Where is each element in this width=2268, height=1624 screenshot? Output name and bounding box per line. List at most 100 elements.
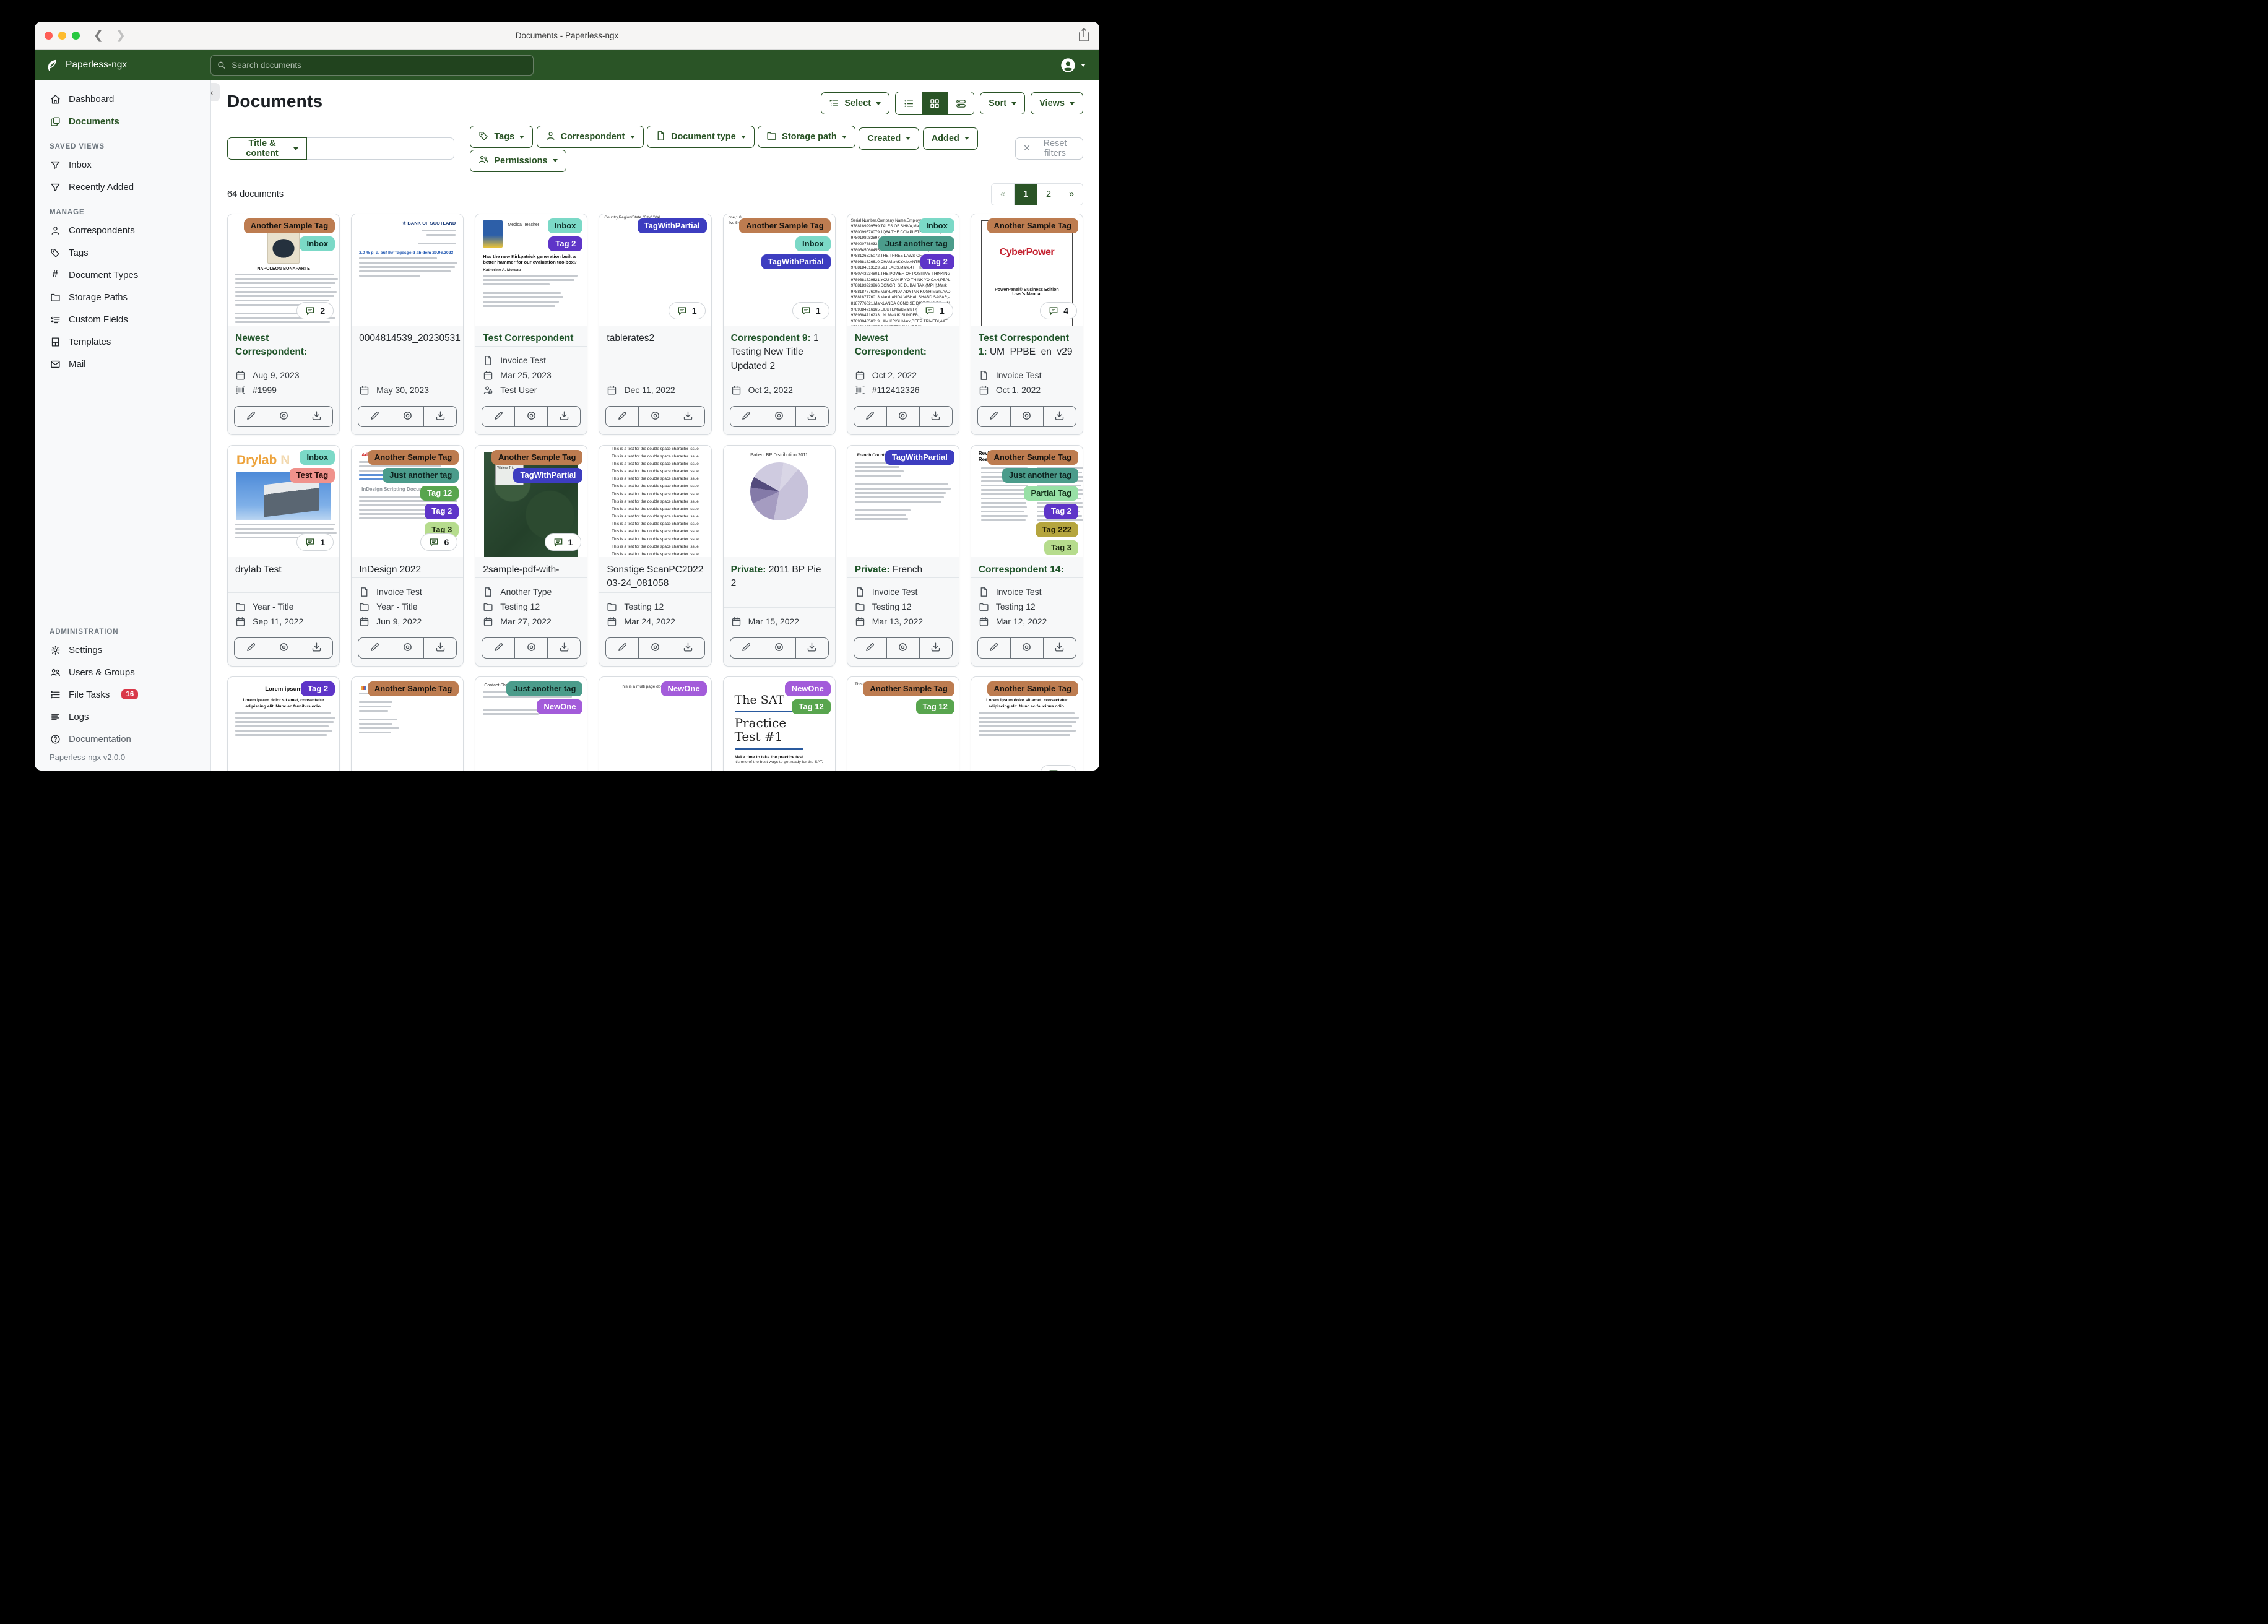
document-thumbnail[interactable]: Patient BP Distribution 2011 xyxy=(723,445,835,557)
document-card[interactable]: NAPOLEON BONAPARTE Another Sample Tag Inbo… xyxy=(227,213,340,435)
sidebar-item-templates[interactable]: Templates xyxy=(35,330,210,353)
document-title[interactable]: Private: 2011 BP Pie 2 xyxy=(723,556,835,607)
filter-permissions-button[interactable]: Permissions xyxy=(470,149,566,172)
filter-correspondent-button[interactable]: Correspondent xyxy=(536,126,644,148)
edit-document-button[interactable] xyxy=(482,405,516,427)
comment-count-badge[interactable]: 1 xyxy=(668,301,706,319)
document-thumbnail[interactable]: Review of Arbitral Awards Shows Swift Re… xyxy=(971,445,1083,557)
document-card[interactable]: Review of Arbitral Awards Shows Swift Re… xyxy=(970,444,1083,667)
tag-pill[interactable]: Another Sample Tag xyxy=(243,218,335,233)
document-card[interactable]: This is a multi page document. Page 1. Ne… xyxy=(599,676,712,771)
tag-pill[interactable]: Another Sample Tag xyxy=(491,449,583,465)
document-thumbnail[interactable]: French Country Bread TagWithPartial xyxy=(847,445,959,557)
document-title[interactable]: Newest Correspondent: Sample100.csv xyxy=(847,325,959,361)
download-document-button[interactable] xyxy=(1042,637,1076,659)
document-title[interactable]: tablerates2 xyxy=(599,325,711,376)
sidebar-item-documentation[interactable]: Documentation xyxy=(35,728,210,750)
document-title[interactable]: 2sample-pdf-with-images xyxy=(475,556,587,577)
document-card[interactable]: Serial Number,Company Name,Employe 978818… xyxy=(846,213,959,435)
document-thumbnail[interactable]: Boundary Waters TripAnother Sample TagTa… xyxy=(475,445,587,557)
document-card[interactable]: AdobeInDesign Scripting DocumentationAno… xyxy=(351,444,464,667)
search-mode-button[interactable]: Title & content xyxy=(227,137,308,160)
tag-pill[interactable]: Another Sample Tag xyxy=(367,681,459,696)
view-document-button[interactable] xyxy=(1010,637,1044,659)
view-document-button[interactable] xyxy=(391,637,425,659)
document-card[interactable]: Medical Teacher Has the new Kirkpatrick g… xyxy=(475,213,588,435)
document-card[interactable]: This is a test for the double space char… xyxy=(599,444,712,667)
search-input[interactable] xyxy=(230,59,527,71)
document-card[interactable]: Drylab N Inbox Test Tag 1 drylab Test Year - … xyxy=(227,444,340,667)
tag-pill[interactable]: Tag 12 xyxy=(792,699,831,714)
comment-count-badge[interactable]: 1 xyxy=(792,301,829,319)
document-card[interactable]: ✳ BANK OF SCOTLAND 2,0 % p. a. auf Ihr Ta… xyxy=(351,213,464,435)
select-button[interactable]: Select xyxy=(821,92,890,114)
tag-pill[interactable]: Tag 2 xyxy=(301,681,335,696)
sidebar-collapse-button[interactable]: « xyxy=(211,83,220,102)
sidebar-item-document-types[interactable]: # Document Types xyxy=(35,264,210,286)
tag-pill[interactable]: NewOne xyxy=(784,681,831,696)
view-document-button[interactable] xyxy=(762,637,796,659)
sidebar-item-tags[interactable]: Tags xyxy=(35,241,210,264)
tag-pill[interactable]: Just another tag xyxy=(506,681,583,696)
tag-pill[interactable]: TagWithPartial xyxy=(761,254,831,270)
document-thumbnail[interactable]: one,1.0 five,5.0 Another Sample Tag Inbox Ta… xyxy=(723,214,835,326)
reset-filters-button[interactable]: ✕ Reset filters xyxy=(1015,137,1083,160)
download-document-button[interactable] xyxy=(671,405,705,427)
view-document-button[interactable] xyxy=(886,405,920,427)
filter-tags-button[interactable]: Tags xyxy=(470,126,534,148)
user-menu[interactable] xyxy=(1060,57,1086,74)
document-thumbnail[interactable]: This is a multi page document. Page 1. Ne… xyxy=(599,676,711,771)
view-document-button[interactable] xyxy=(1010,405,1044,427)
comment-count-badge[interactable]: 4 xyxy=(1040,301,1077,319)
global-search[interactable] xyxy=(210,54,534,76)
view-document-button[interactable] xyxy=(391,405,425,427)
document-thumbnail[interactable]: The SAT Practice Test #1 Make time to take … xyxy=(723,676,835,771)
edit-document-button[interactable] xyxy=(234,637,268,659)
download-document-button[interactable] xyxy=(795,405,829,427)
view-detail-button[interactable] xyxy=(948,92,974,114)
sidebar-item-file-tasks[interactable]: File Tasks 16 xyxy=(35,683,210,706)
document-title[interactable]: Private: French Country Bread Revised.do… xyxy=(847,556,959,577)
browser-forward-icon[interactable]: ❯ xyxy=(116,28,126,43)
download-document-button[interactable] xyxy=(1042,405,1076,427)
tag-pill[interactable]: Another Sample Tag xyxy=(987,681,1078,696)
tag-pill[interactable]: Tag 222 xyxy=(1035,522,1078,537)
document-thumbnail[interactable]: Lorem ipsumLorem ipsum dolor sit amet, c… xyxy=(971,676,1083,771)
sidebar-item-recently-added[interactable]: Recently Added xyxy=(35,176,210,198)
filter-storage-path-button[interactable]: Storage path xyxy=(758,126,855,148)
comment-count-badge[interactable]: 2 xyxy=(296,301,334,319)
filter-document-type-button[interactable]: Document type xyxy=(646,126,755,148)
close-window-button[interactable] xyxy=(45,31,53,40)
sidebar-item-dashboard[interactable]: Dashboard xyxy=(35,88,210,110)
views-button[interactable]: Views xyxy=(1031,92,1083,114)
document-card[interactable]: Lorem ipsumLorem ipsum dolor sit amet, c… xyxy=(970,676,1083,771)
document-card[interactable]: one,1.0 five,5.0 Another Sample Tag Inbox Ta… xyxy=(722,213,836,435)
document-card[interactable]: CyberPower PowerPanel® Business Edition Us… xyxy=(970,213,1083,435)
document-title[interactable]: Correspondent 14: Review-of-New-York-Fed… xyxy=(971,556,1083,577)
tag-pill[interactable]: NewOne xyxy=(660,681,707,696)
sidebar-item-users-groups[interactable]: Users & Groups xyxy=(35,661,210,683)
tag-pill[interactable]: Inbox xyxy=(919,218,954,233)
view-document-button[interactable] xyxy=(514,637,548,659)
filter-created-button[interactable]: Created xyxy=(859,127,920,150)
sidebar-item-custom-fields[interactable]: Custom Fields xyxy=(35,308,210,330)
filter-added-button[interactable]: Added xyxy=(922,127,978,150)
sidebar-item-storage-paths[interactable]: Storage Paths xyxy=(35,286,210,308)
edit-document-button[interactable] xyxy=(977,405,1011,427)
view-document-button[interactable] xyxy=(514,405,548,427)
tag-pill[interactable]: Just another tag xyxy=(1002,467,1078,483)
tag-pill[interactable]: Just another tag xyxy=(383,467,459,483)
document-card[interactable]: Lorem ipsumLorem ipsum dolor sit amet, c… xyxy=(227,676,340,771)
tag-pill[interactable]: Inbox xyxy=(547,218,583,233)
document-thumbnail[interactable]: This is a test for the double space char… xyxy=(599,445,711,557)
document-thumbnail[interactable]: Serial Number,Company Name,Employe 978818… xyxy=(847,214,959,326)
download-document-button[interactable] xyxy=(423,637,457,659)
document-title[interactable]: drylab Test xyxy=(228,556,340,592)
sort-button[interactable]: Sort xyxy=(980,92,1026,114)
document-thumbnail[interactable]: Drylab N Inbox Test Tag 1 xyxy=(228,445,340,557)
view-document-button[interactable] xyxy=(638,637,672,659)
download-document-button[interactable] xyxy=(795,637,829,659)
edit-document-button[interactable] xyxy=(853,405,887,427)
tag-pill[interactable]: Just another tag xyxy=(878,236,954,251)
download-document-button[interactable] xyxy=(547,637,581,659)
